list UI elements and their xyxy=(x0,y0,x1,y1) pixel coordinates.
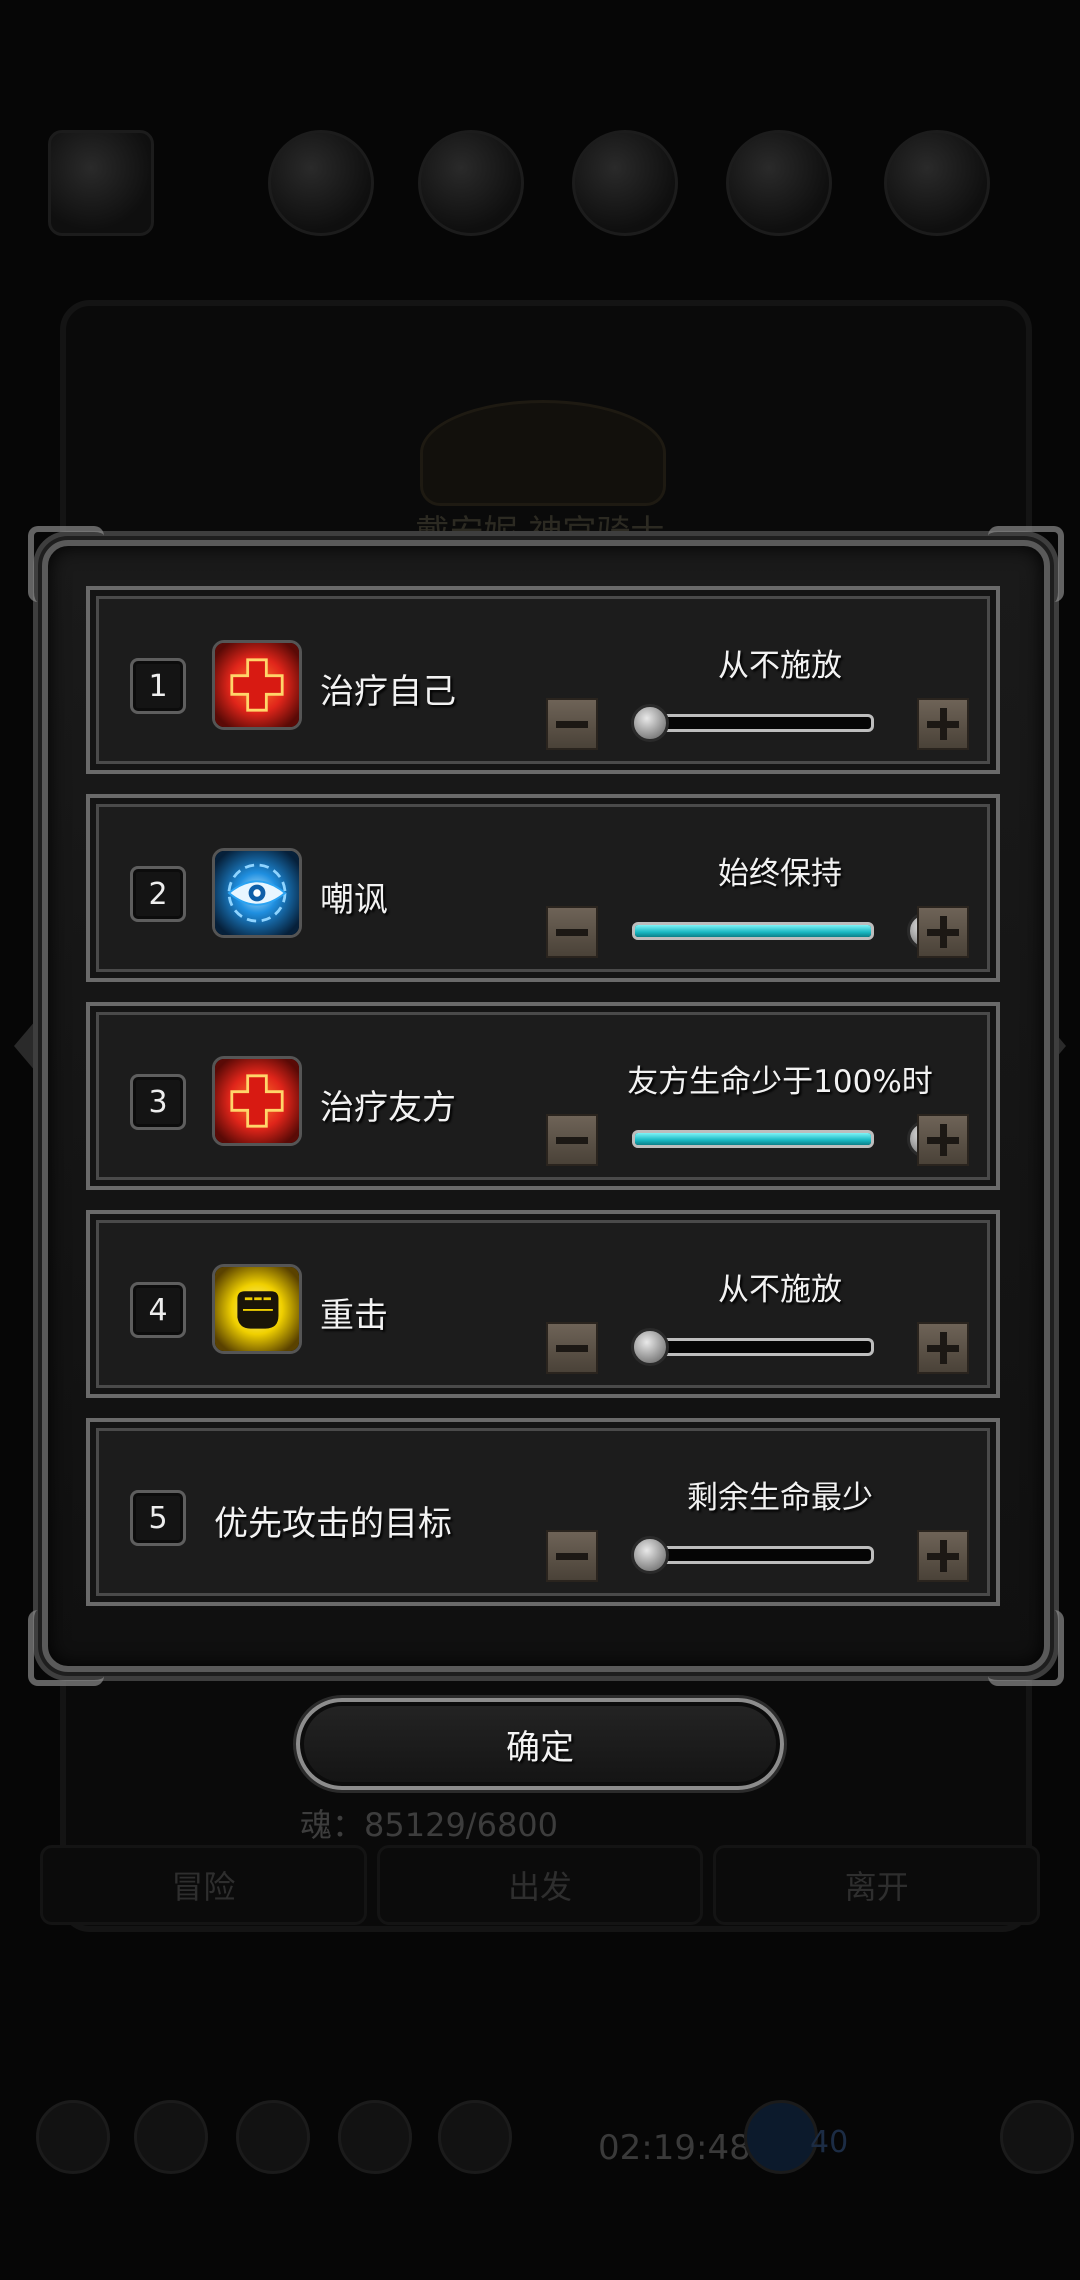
decrease-button[interactable] xyxy=(546,698,598,750)
minus-icon xyxy=(556,928,588,936)
skill-setting-label: 从不施放 xyxy=(718,648,842,684)
bg-tab-adventure: 冒险 xyxy=(40,1845,367,1925)
bg-gem-count: 40 xyxy=(810,2125,849,2160)
bg-menu-icon xyxy=(36,2100,110,2174)
skill-setting-label: 从不施放 xyxy=(718,1272,842,1308)
priority-number: 1 xyxy=(130,658,186,714)
bg-skill-slot-icon xyxy=(726,130,832,236)
priority-number: 2 xyxy=(130,866,186,922)
bg-skill-slot-icon xyxy=(268,130,374,236)
ornament-corner-icon xyxy=(28,1610,104,1686)
skill-row: 1 治疗自己 从不施放 xyxy=(86,586,1000,774)
heal-ally-icon xyxy=(212,1056,302,1146)
slider-fill xyxy=(635,925,871,937)
increase-button[interactable] xyxy=(917,698,969,750)
bg-menu-icon xyxy=(338,2100,412,2174)
increase-button[interactable] xyxy=(917,1114,969,1166)
skill-row: 3 治疗友方 友方生命少于100%时 xyxy=(86,1002,1000,1190)
skill-row: 2 嘲讽 始终保持 xyxy=(86,794,1000,982)
decrease-button[interactable] xyxy=(546,1322,598,1374)
setting-slider[interactable] xyxy=(632,922,874,940)
bg-soul-counter: 魂：85129/6800 xyxy=(300,1806,559,1844)
bg-gem-icon xyxy=(744,2100,818,2174)
minus-icon xyxy=(556,1552,588,1560)
decrease-button[interactable] xyxy=(546,1530,598,1582)
bg-menu-icon xyxy=(134,2100,208,2174)
priority-number: 4 xyxy=(130,1282,186,1338)
bg-skill-slot-icon xyxy=(884,130,990,236)
increase-button[interactable] xyxy=(917,1322,969,1374)
fist-strike-icon xyxy=(212,1264,302,1354)
bg-tab-leave: 离开 xyxy=(713,1845,1041,1925)
bg-menu-icon xyxy=(438,2100,512,2174)
taunt-eye-icon xyxy=(212,848,302,938)
skill-setting-label: 始终保持 xyxy=(718,856,842,892)
confirm-button[interactable]: 确定 xyxy=(296,1698,784,1790)
priority-number: 5 xyxy=(130,1490,186,1546)
priority-number: 3 xyxy=(130,1074,186,1130)
skill-name: 重击 xyxy=(320,1296,388,1336)
slider-fill xyxy=(635,1133,871,1145)
bg-action-tabs: 冒险 出发 离开 xyxy=(40,1845,1041,1925)
skill-row: 4 重击 从不施放 xyxy=(86,1210,1000,1398)
minus-icon xyxy=(556,720,588,728)
bg-hero-portrait-icon xyxy=(48,130,154,236)
minus-icon xyxy=(556,1344,588,1352)
ornament-corner-icon xyxy=(988,1610,1064,1686)
heal-self-icon xyxy=(212,640,302,730)
skill-name: 治疗自己 xyxy=(320,672,456,712)
bg-prev-arrow-icon xyxy=(14,1020,36,1072)
bg-add-icon xyxy=(1000,2100,1074,2174)
skill-settings-dialog: 1 治疗自己 从不施放 2 嘲讽 始终保持 3 治疗友方 友方生命少于100%时… xyxy=(28,526,1064,1686)
bg-menu-icon xyxy=(236,2100,310,2174)
target-priority-row: 5 优先攻击的目标 剩余生命最少 xyxy=(86,1418,1000,1606)
skill-name: 治疗友方 xyxy=(320,1088,456,1128)
bg-crest-emblem-icon xyxy=(420,400,666,506)
skill-setting-label: 友方生命少于100%时 xyxy=(627,1064,933,1100)
bg-clock: 02:19:48 xyxy=(598,2128,751,2168)
decrease-button[interactable] xyxy=(546,906,598,958)
bg-tab-depart: 出发 xyxy=(376,1845,704,1925)
skill-name: 优先攻击的目标 xyxy=(214,1504,452,1544)
skill-setting-label: 剩余生命最少 xyxy=(687,1480,873,1516)
slider-knob[interactable] xyxy=(631,704,669,742)
slider-knob[interactable] xyxy=(631,1328,669,1366)
increase-button[interactable] xyxy=(917,906,969,958)
increase-button[interactable] xyxy=(917,1530,969,1582)
slider-knob[interactable] xyxy=(631,1536,669,1574)
setting-slider[interactable] xyxy=(632,1130,874,1148)
bg-skill-slot-icon xyxy=(418,130,524,236)
bg-skill-slot-icon xyxy=(572,130,678,236)
minus-icon xyxy=(556,1136,588,1144)
decrease-button[interactable] xyxy=(546,1114,598,1166)
skill-name: 嘲讽 xyxy=(320,880,388,920)
